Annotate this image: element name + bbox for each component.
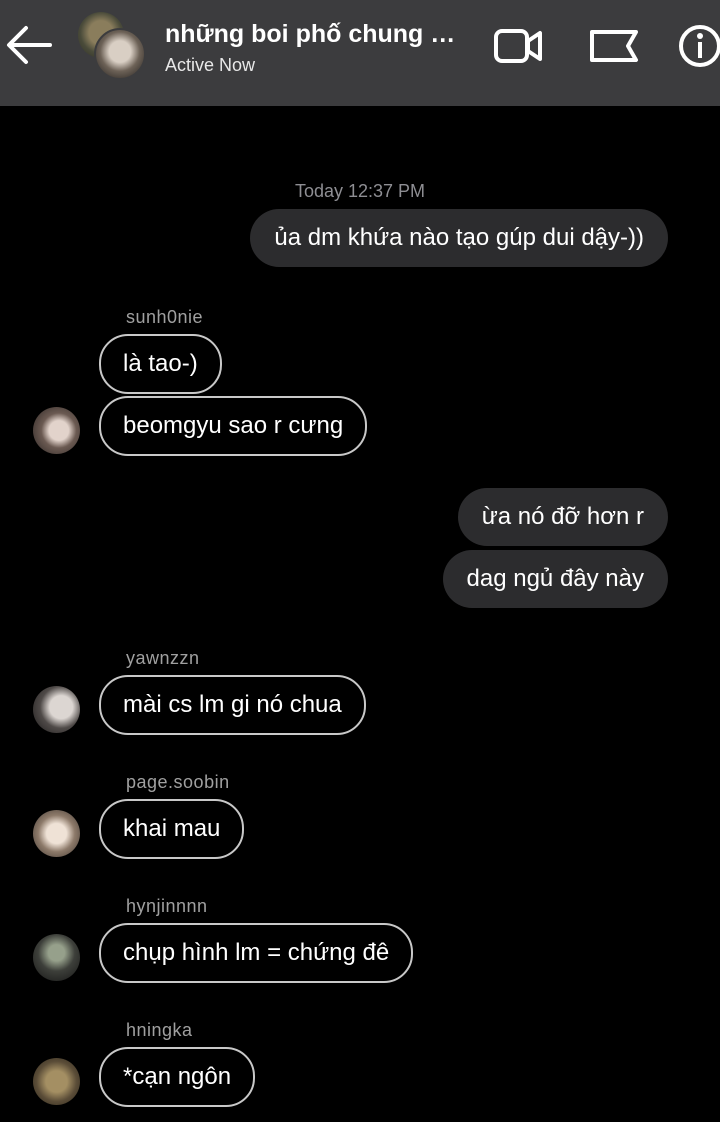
incoming-message[interactable]: *cạn ngôn (99, 1047, 256, 1107)
back-arrow-icon[interactable] (4, 22, 54, 68)
sender-avatar[interactable] (33, 686, 80, 733)
incoming-message[interactable]: chụp hình lm = chứng đê (99, 923, 414, 983)
sender-name: hynjinnnn (126, 896, 208, 916)
chat-header: những boi phố chung cư ... Active Now (0, 0, 720, 106)
sender-avatar[interactable] (33, 934, 80, 981)
sender-name: yawnzzn (126, 648, 200, 668)
info-icon[interactable] (676, 22, 720, 70)
sender-name: page.soobin (126, 772, 230, 792)
active-status: Active Now (165, 55, 256, 75)
incoming-message[interactable]: là tao-) (99, 334, 222, 394)
sender-avatar[interactable] (33, 407, 80, 454)
group-avatar[interactable] (76, 10, 148, 82)
chat-title[interactable]: những boi phố chung cư ... (165, 20, 465, 49)
outgoing-message[interactable]: dag ngủ đây này (442, 550, 668, 608)
incoming-message[interactable]: mài cs lm gi nó chua (99, 675, 366, 735)
video-camera-icon[interactable] (492, 22, 544, 70)
sender-name: hningka (126, 1020, 193, 1040)
flag-icon[interactable] (588, 22, 640, 70)
message-timestamp: Today 12:37 PM (294, 181, 426, 201)
sender-avatar[interactable] (33, 1058, 80, 1105)
group-avatar-member-2 (94, 28, 146, 80)
sender-avatar[interactable] (33, 810, 80, 857)
sender-name: sunh0nie (126, 307, 204, 327)
outgoing-message[interactable]: ừa nó đỡ hơn r (457, 488, 668, 546)
outgoing-message[interactable]: ủa dm khứa nào tạo gúp dui dậy-)) (250, 209, 668, 267)
incoming-message[interactable]: beomgyu sao r cưng (99, 396, 368, 456)
incoming-message[interactable]: khai mau (99, 799, 245, 859)
